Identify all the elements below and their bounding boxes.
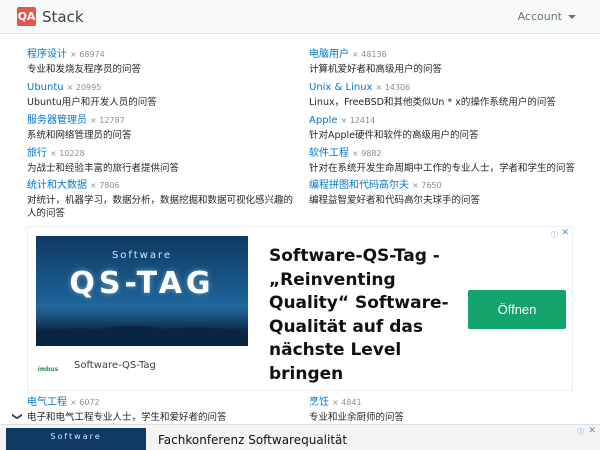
ad-image[interactable]: Software QS-TAG (36, 236, 248, 346)
logo-mark: QA (17, 7, 36, 26)
ad-image-title: QS-TAG (69, 266, 215, 301)
site-link[interactable]: 统计和大数据 (27, 180, 87, 191)
site-item: Ubuntu × 20995 Ubuntu用户和开发人员的问答 (27, 81, 297, 109)
site-description: 为战士和经验丰富的旅行者提供问答 (27, 163, 180, 174)
site-link[interactable]: 旅行 (27, 148, 47, 159)
site-description: Linux，FreeBSD和其他类似Un * x的操作系统用户的问答 (309, 97, 556, 108)
site-link[interactable]: 程序设计 (27, 49, 67, 60)
site-link[interactable]: 服务器管理员 (27, 115, 87, 126)
top-bar: QA Stack Account (0, 0, 600, 34)
site-count: × 48136 (352, 50, 387, 59)
ad-headline[interactable]: Software-QS-Tag - „Reinventing Quality“ … (269, 245, 469, 386)
site-link[interactable]: Unix & Linux (309, 82, 372, 93)
site-count: × 7650 (412, 181, 442, 190)
site-description: 专业和业余厨师的问答 (309, 412, 405, 423)
site-description: Ubuntu用户和开发人员的问答 (27, 97, 157, 108)
site-description: 针对Apple硬件和软件的高级用户的问答 (309, 130, 479, 141)
site-description: 专业和发烧友程序员的问答 (27, 64, 142, 75)
site-logo[interactable]: QA Stack (17, 7, 84, 26)
caret-down-icon (568, 14, 576, 19)
site-link[interactable]: Ubuntu (27, 82, 64, 93)
site-description: 编程益智爱好者和代码高尔夫球手的问答 (309, 195, 481, 206)
site-item: 统计和大数据 × 7806 对统计，机器学习，数据分析，数据挖掘和数据可视化感兴趣… (27, 179, 297, 220)
site-link[interactable]: 电气工程 (27, 397, 67, 408)
site-link[interactable]: 软件工程 (309, 148, 349, 159)
open-ad-button[interactable]: Öffnen (468, 290, 566, 329)
display-ad[interactable]: Software QS-TAG Software-QS-Tag - „Reinv… (27, 226, 573, 391)
site-item: 电脑用户 × 48136 计算机爱好者和高级用户的问答 (309, 48, 579, 76)
account-label: Account (517, 10, 562, 23)
site-link[interactable]: 编程拼图和代码高尔夫 (309, 180, 409, 191)
site-count: × 68974 (70, 50, 105, 59)
site-item: 电气工程 × 6072 电子和电气工程专业人士，学生和爱好者的问答 (27, 396, 297, 424)
site-link[interactable]: 电脑用户 (309, 49, 349, 60)
site-count: × 12414 (340, 116, 376, 125)
collapse-ad-chevron-icon[interactable]: ❯ (10, 410, 24, 422)
sponsor-logo: imbus (37, 366, 59, 373)
site-count: × 10228 (50, 149, 85, 158)
site-count: × 20995 (66, 83, 102, 92)
site-count: × 7806 (90, 181, 120, 190)
site-item: 旅行 × 10228 为战士和经验丰富的旅行者提供问答 (27, 147, 297, 175)
site-description: 针对在系统开发生命周期中工作的专业人士，学者和学生的问答 (309, 163, 576, 174)
site-link[interactable]: 烹饪 (309, 397, 329, 408)
sticky-ad-text[interactable]: Fachkonferenz Softwarequalität (158, 433, 347, 447)
ad-footer: imbus Software-QS-Tag (36, 357, 156, 374)
site-count: × 9882 (352, 149, 382, 158)
ad-sponsor-name[interactable]: Software-QS-Tag (74, 360, 156, 371)
site-item: 软件工程 × 9882 针对在系统开发生命周期中工作的专业人士，学者和学生的问答 (309, 147, 579, 175)
site-item: 服务器管理员 × 12787 系统和网络管理员的问答 (27, 114, 297, 142)
site-description: 对统计，机器学习，数据分析，数据挖掘和数据可视化感兴趣的人的问答 (27, 195, 294, 219)
ad-image-caption: Software (111, 250, 173, 261)
site-count: × 6072 (70, 398, 100, 407)
site-item: 程序设计 × 68974 专业和发烧友程序员的问答 (27, 48, 297, 76)
ad-close-icon[interactable]: ✕ (561, 228, 569, 238)
sticky-ad-image[interactable]: Software (6, 428, 146, 450)
site-count: × 4841 (332, 398, 362, 407)
site-description: 电子和电气工程专业人士，学生和爱好者的问答 (27, 412, 227, 423)
site-description: 系统和网络管理员的问答 (27, 130, 132, 141)
ad-info-icon[interactable]: ⓘ (551, 230, 558, 240)
site-count: × 12787 (90, 116, 125, 125)
sticky-bottom-ad[interactable]: Software Fachkonferenz Softwarequalität … (0, 424, 600, 450)
site-item: 编程拼图和代码高尔夫 × 7650 编程益智爱好者和代码高尔夫球手的问答 (309, 179, 579, 207)
account-menu[interactable]: Account (518, 10, 576, 23)
site-item: Unix & Linux × 14306 Linux，FreeBSD和其他类似Un… (309, 81, 579, 109)
site-link[interactable]: Apple (309, 115, 337, 126)
site-item: Apple × 12414 针对Apple硬件和软件的高级用户的问答 (309, 114, 579, 142)
site-count: × 14306 (375, 83, 411, 92)
sticky-ad-info-icon[interactable]: ⓘ (577, 427, 584, 437)
crowd-silhouette (36, 306, 248, 346)
site-item: 烹饪 × 4841 专业和业余厨师的问答 (309, 396, 579, 424)
sticky-ad-close-icon[interactable]: ✕ (588, 426, 596, 436)
site-description: 计算机爱好者和高级用户的问答 (309, 64, 443, 75)
logo-text: Stack (42, 7, 84, 26)
